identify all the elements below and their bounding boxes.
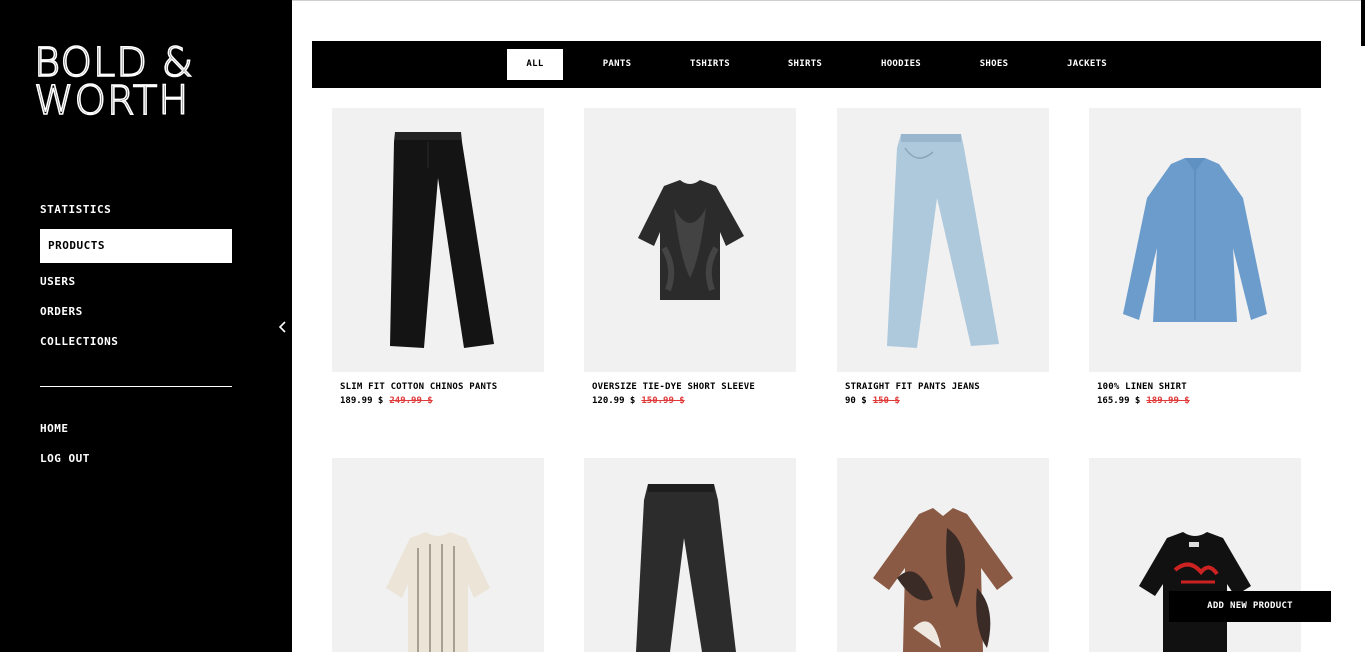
product-image-black-trousers	[332, 108, 544, 372]
product-card[interactable]	[332, 458, 544, 652]
product-card[interactable]: OVERSIZE TIE-DYE SHORT SLEEVE 120.99 $ 15…	[584, 108, 796, 406]
product-card[interactable]	[837, 458, 1049, 652]
product-price: 90 $	[845, 396, 867, 406]
product-price: 165.99 $	[1097, 396, 1141, 406]
product-card[interactable]: STRAIGHT FIT PANTS JEANS 90 $ 150 $	[837, 108, 1049, 406]
sidebar-item-products[interactable]: PRODUCTS	[40, 229, 232, 263]
sidebar-item-home[interactable]: HOME	[40, 414, 232, 444]
sidebar: BOLD & WORTH STATISTICS PRODUCTS USERS O…	[0, 0, 292, 652]
product-card[interactable]	[1089, 458, 1301, 652]
window-top-edge	[292, 0, 1365, 1]
product-card[interactable]: SLIM FIT COTTON CHINOS PANTS 189.99 $ 249…	[332, 108, 544, 406]
product-price: 189.99 $	[340, 396, 384, 406]
filter-tab-pants[interactable]: PANTS	[592, 49, 642, 80]
product-name: OVERSIZE TIE-DYE SHORT SLEEVE	[592, 382, 755, 392]
product-card[interactable]: 100% LINEN SHIRT 165.99 $ 189.99 $	[1089, 108, 1301, 406]
chevron-left-icon[interactable]	[276, 318, 290, 336]
sidebar-nav: STATISTICS PRODUCTS USERS ORDERS COLLECT…	[40, 195, 232, 357]
sidebar-item-statistics[interactable]: STATISTICS	[40, 195, 232, 225]
product-image-blue-linen-shirt	[1089, 108, 1301, 372]
add-new-product-button[interactable]: ADD NEW PRODUCT	[1169, 591, 1331, 622]
product-price-row: 189.99 $ 249.99 $	[332, 396, 544, 406]
filter-tab-shoes[interactable]: SHOES	[972, 49, 1016, 80]
filter-tab-hoodies[interactable]: HOODIES	[874, 49, 928, 80]
sidebar-divider	[40, 386, 232, 387]
filter-tab-jackets[interactable]: JACKETS	[1060, 49, 1114, 80]
product-image-knit-tshirt	[332, 458, 544, 652]
category-filter-bar: ALL PANTS TSHIRTS SHIRTS HOODIES SHOES J…	[312, 41, 1321, 88]
sidebar-item-users[interactable]: USERS	[40, 267, 232, 297]
product-image-black-jeans	[584, 458, 796, 652]
brand-logo[interactable]: BOLD & WORTH	[33, 40, 194, 124]
filter-tab-shirts[interactable]: SHIRTS	[780, 49, 830, 80]
sidebar-item-logout[interactable]: LOG OUT	[40, 444, 232, 474]
sidebar-item-orders[interactable]: ORDERS	[40, 297, 232, 327]
filter-tab-tshirts[interactable]: TSHIRTS	[682, 49, 738, 80]
product-price: 120.99 $	[592, 396, 636, 406]
product-image-leaf-print-shirt	[837, 458, 1049, 652]
product-image-graphic-tshirt	[1089, 458, 1301, 652]
product-name: SLIM FIT COTTON CHINOS PANTS	[340, 382, 498, 392]
product-old-price: 150 $	[872, 396, 900, 406]
product-old-price: 249.99 $	[389, 396, 433, 406]
sidebar-item-collections[interactable]: COLLECTIONS	[40, 327, 232, 357]
product-card[interactable]	[584, 458, 796, 652]
product-price-row: 90 $ 150 $	[837, 396, 1049, 406]
product-price-row: 165.99 $ 189.99 $	[1089, 396, 1301, 406]
product-old-price: 189.99 $	[1146, 396, 1190, 406]
scrollbar-thumb[interactable]	[1361, 0, 1365, 46]
brand-logo-line1: BOLD &	[33, 40, 194, 86]
filter-tab-all[interactable]: ALL	[507, 49, 563, 80]
brand-logo-line2: WORTH	[33, 78, 190, 124]
product-price-row: 120.99 $ 150.99 $	[584, 396, 796, 406]
product-name: 100% LINEN SHIRT	[1097, 382, 1187, 392]
product-image-tie-dye-tshirt	[584, 108, 796, 372]
product-image-light-blue-jeans	[837, 108, 1049, 372]
product-old-price: 150.99 $	[641, 396, 685, 406]
sidebar-secondary-nav: HOME LOG OUT	[40, 414, 232, 474]
product-name: STRAIGHT FIT PANTS JEANS	[845, 382, 980, 392]
